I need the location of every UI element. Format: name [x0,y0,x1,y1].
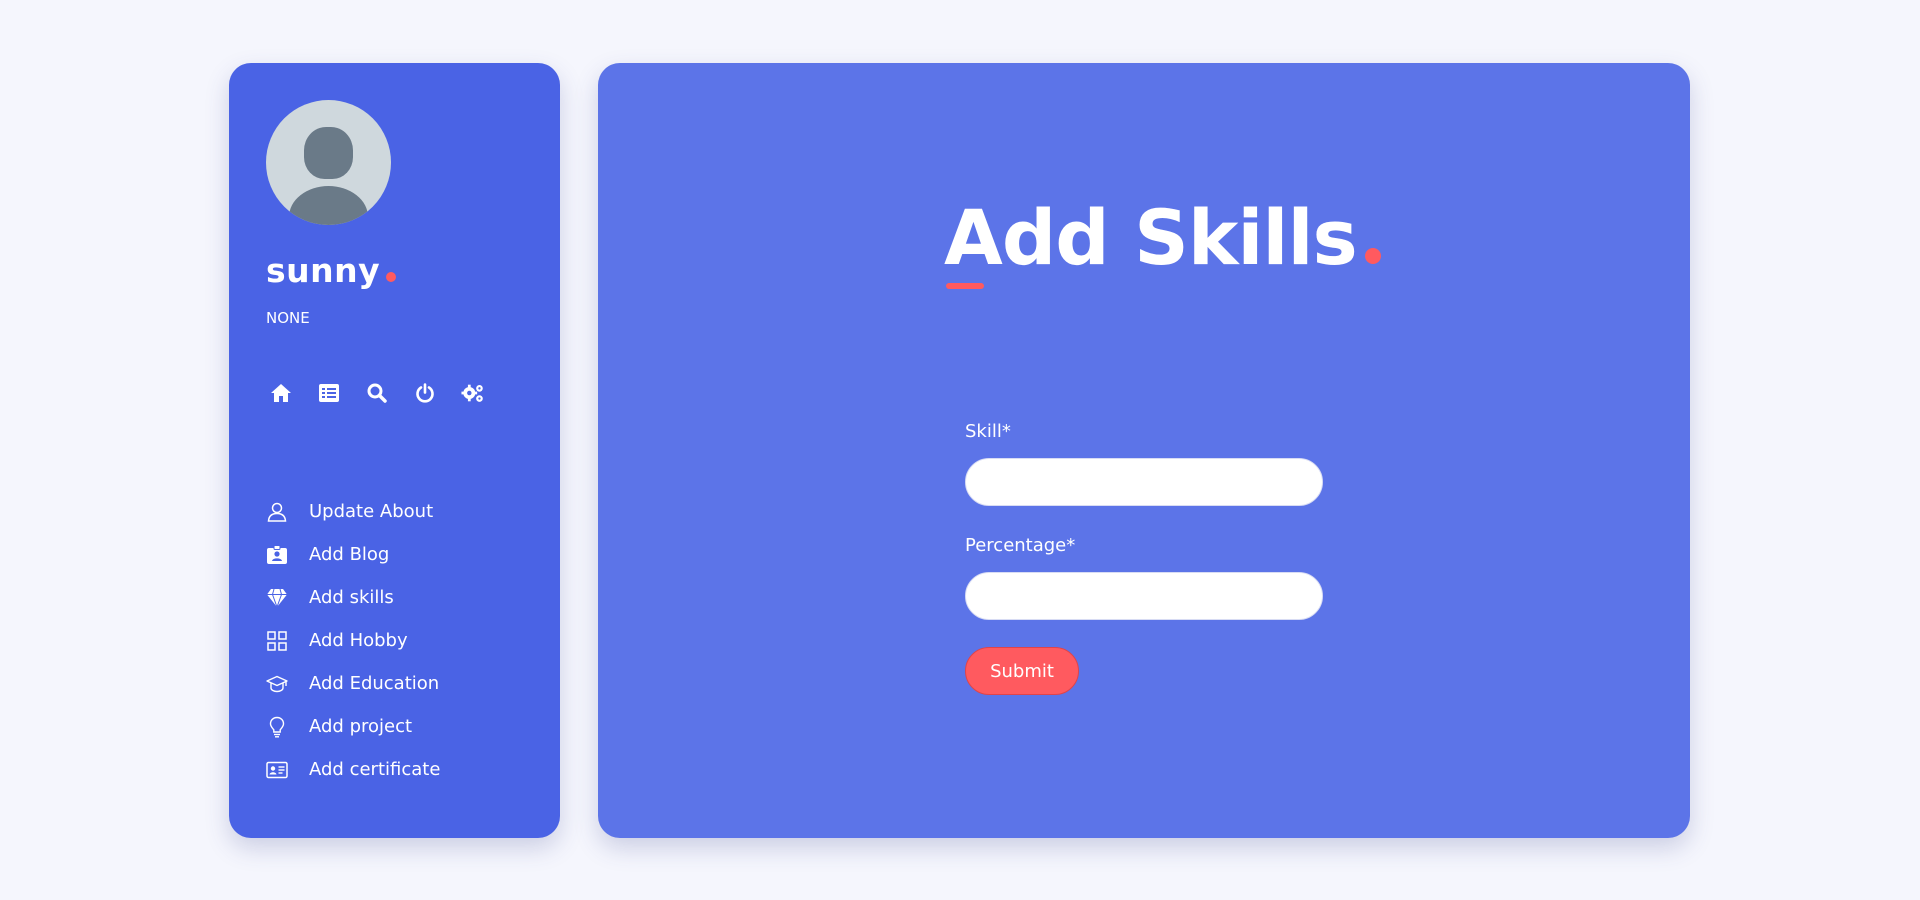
sidebar-item-add-skills[interactable]: Add skills [266,576,440,619]
graduation-cap-icon [266,673,288,695]
skill-label: Skill* [965,421,1011,442]
page-title: Add Skills [944,193,1381,282]
search-icon[interactable] [365,381,389,405]
home-icon[interactable] [269,381,293,405]
sidebar-item-label: Add project [309,716,413,737]
title-underline [946,283,984,289]
sidebar-item-label: Add certificate [309,759,441,780]
sidebar-item-add-hobby[interactable]: Add Hobby [266,619,440,662]
sidebar-item-add-blog[interactable]: Add Blog [266,533,440,576]
avatar-body [289,186,368,225]
sidebar-item-add-project[interactable]: Add project [266,705,440,748]
profile-name: sunny [266,251,397,290]
diamond-icon [266,587,288,609]
sidebar-item-label: Add skills [309,587,394,608]
avatar-head [304,127,353,179]
title-accent-dot [1364,248,1381,264]
submit-button[interactable]: Submit [965,647,1079,695]
percentage-label: Percentage* [965,535,1076,556]
percentage-input[interactable] [965,572,1323,620]
accent-dot [386,272,397,282]
sidebar-item-label: Add Hobby [309,630,408,651]
sidebar-item-update-about[interactable]: Update About [266,490,440,533]
list-icon[interactable] [317,381,341,405]
sidebar-item-label: Update About [309,501,434,522]
settings-icon[interactable] [461,381,485,405]
main-panel: Add Skills Skill* Percentage* Submit [598,63,1690,838]
quick-icon-row [269,381,485,405]
sidebar-item-label: Add Blog [309,544,390,565]
id-card-icon [266,759,288,781]
avatar [266,100,391,225]
user-icon [266,501,288,523]
skill-input[interactable] [965,458,1323,506]
profile-name-text: sunny [266,251,381,290]
page-title-text: Add Skills [944,193,1358,282]
sidebar-item-add-certificate[interactable]: Add certificate [266,748,440,791]
sidebar-menu: Update About Add Blog Add skills Add Hob… [266,490,440,791]
lightbulb-icon [266,716,288,738]
profile-role: NONE [266,309,310,327]
power-icon[interactable] [413,381,437,405]
sidebar-item-label: Add Education [309,673,440,694]
id-badge-icon [266,544,288,566]
sidebar: sunny NONE Update About Add Blog Add ski… [229,63,560,838]
grid-icon [266,630,288,652]
sidebar-item-add-education[interactable]: Add Education [266,662,440,705]
